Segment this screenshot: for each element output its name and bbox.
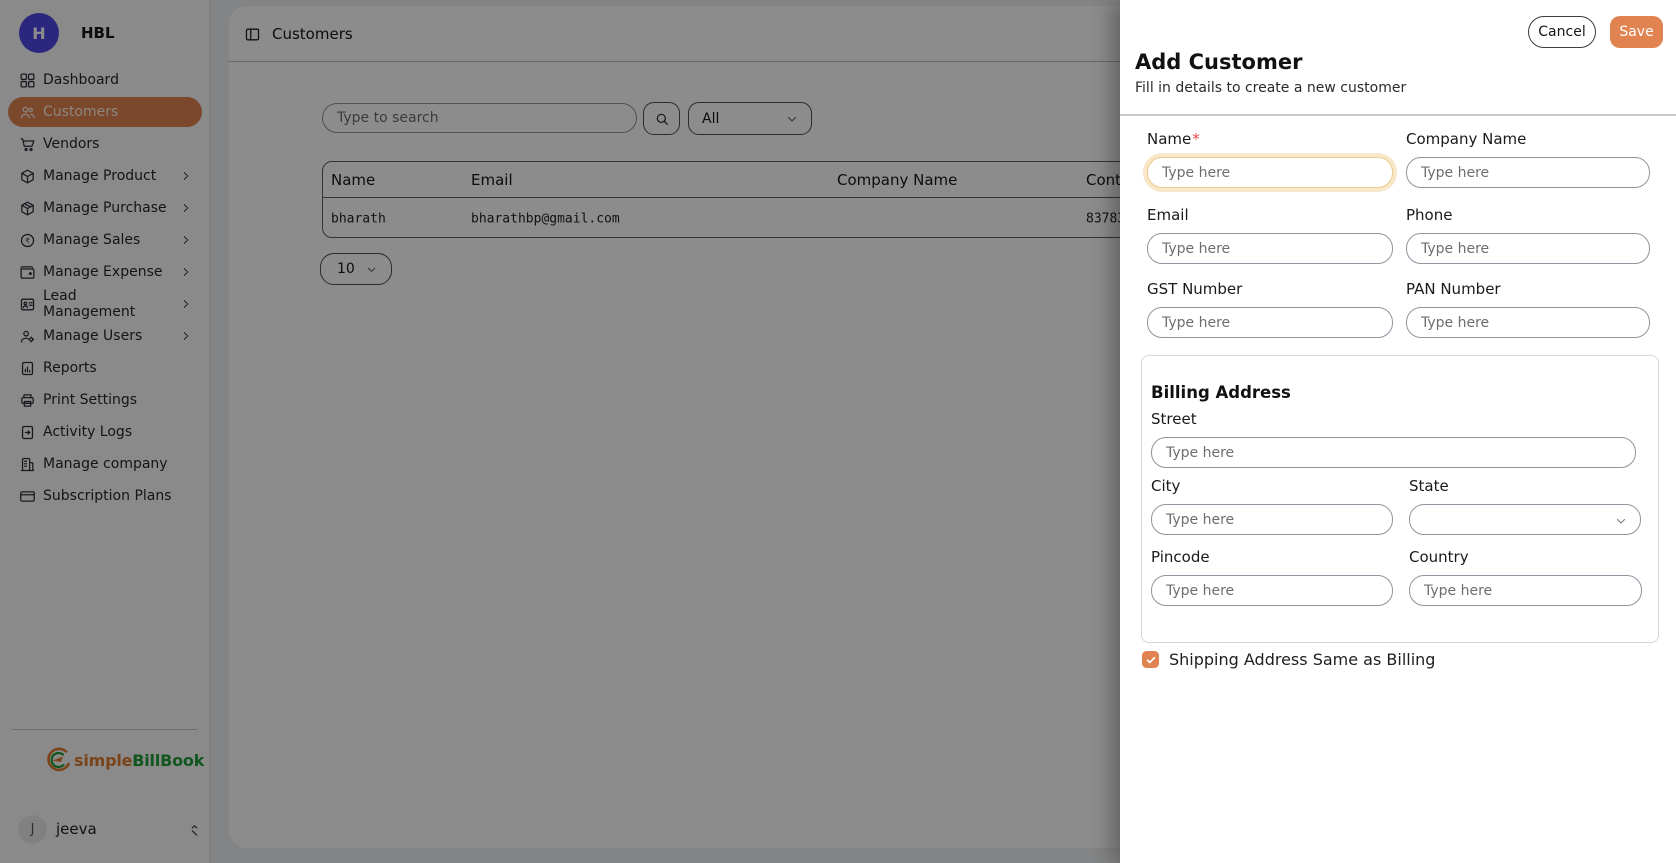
street-input[interactable]: [1151, 437, 1636, 468]
billing-address-title: Billing Address: [1151, 383, 1291, 402]
drawer-subtitle: Fill in details to create a new customer: [1135, 80, 1406, 96]
required-marker: *: [1192, 130, 1200, 148]
app-root: H HBL DashboardCustomersVendorsManage Pr…: [0, 0, 1676, 863]
shipping-same-checkbox[interactable]: [1142, 651, 1159, 668]
email-label: Email: [1147, 207, 1393, 224]
pan-number-input[interactable]: [1406, 307, 1650, 338]
drawer-divider: [1120, 114, 1676, 116]
save-button[interactable]: Save: [1610, 16, 1663, 48]
pincode-label: Pincode: [1151, 549, 1393, 566]
street-label: Street: [1151, 411, 1636, 428]
company-name-label: Company Name: [1406, 131, 1650, 148]
add-customer-drawer: Cancel Save Add Customer Fill in details…: [1120, 0, 1676, 863]
billing-address-section: Billing Address Street City State Pincod…: [1141, 355, 1659, 643]
country-label: Country: [1409, 549, 1642, 566]
pan-number-label: PAN Number: [1406, 281, 1650, 298]
company-name-input[interactable]: [1406, 157, 1650, 188]
gst-number-input[interactable]: [1147, 307, 1393, 338]
name-label: Name*: [1147, 131, 1393, 148]
drawer-title: Add Customer: [1135, 50, 1302, 74]
phone-input[interactable]: [1406, 233, 1650, 264]
shipping-same-row: Shipping Address Same as Billing: [1142, 650, 1435, 669]
shipping-same-label: Shipping Address Same as Billing: [1169, 650, 1435, 669]
pincode-input[interactable]: [1151, 575, 1393, 606]
gst-number-label: GST Number: [1147, 281, 1393, 298]
email-input[interactable]: [1147, 233, 1393, 264]
city-input[interactable]: [1151, 504, 1393, 535]
state-select[interactable]: [1409, 504, 1641, 535]
state-label: State: [1409, 478, 1641, 495]
phone-label: Phone: [1406, 207, 1650, 224]
chevron-down-icon: [1614, 513, 1628, 527]
name-input[interactable]: [1147, 157, 1393, 188]
city-label: City: [1151, 478, 1393, 495]
country-input[interactable]: [1409, 575, 1642, 606]
check-icon: [1145, 654, 1157, 666]
cancel-button[interactable]: Cancel: [1528, 16, 1596, 48]
